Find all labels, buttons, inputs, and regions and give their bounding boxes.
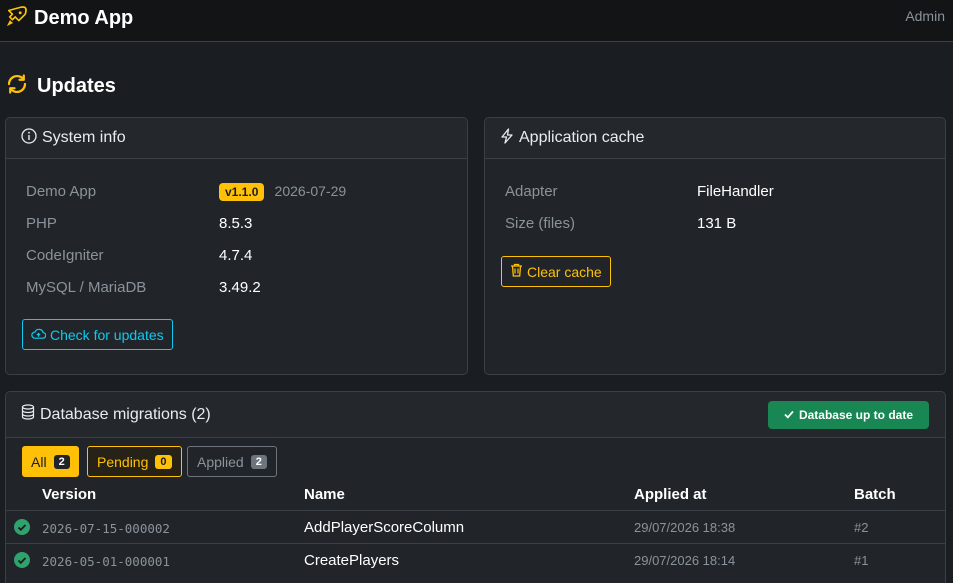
- column-header-batch: Batch: [854, 486, 896, 503]
- info-value-php: 8.5.3: [219, 215, 253, 232]
- migrations-card: Database migrations (2) Database up to d…: [5, 391, 946, 583]
- migration-name: AddPlayerScoreColumn: [304, 519, 465, 536]
- migration-applied-at: 29/07/2026 18:38: [634, 520, 736, 535]
- refresh-icon: [5, 72, 29, 100]
- info-label-codeigniter: CodeIgniter: [26, 247, 104, 264]
- clear-cache-label: Clear cache: [527, 263, 602, 280]
- column-header-name: Name: [304, 486, 345, 503]
- trash-icon: [510, 263, 523, 280]
- version-badge: v1.1.0: [219, 183, 265, 201]
- cache-label-size: Size (files): [505, 215, 576, 232]
- info-label-mysql: MySQL / MariaDB: [26, 279, 147, 296]
- page-title-text: Updates: [37, 74, 116, 97]
- database-icon: [21, 404, 35, 425]
- info-value-app: v1.1.0 2026-07-29: [219, 183, 347, 201]
- clear-cache-button[interactable]: Clear cache: [501, 256, 611, 287]
- migrations-title: Database migrations (2): [40, 405, 211, 423]
- navbar: Demo App Admin: [0, 0, 953, 42]
- check-updates-label: Check for updates: [50, 326, 164, 343]
- system-info-title: System info: [42, 129, 126, 146]
- system-info-header: System info: [6, 118, 467, 159]
- tab-all-count: 2: [53, 454, 70, 469]
- column-header-version: Version: [42, 486, 97, 503]
- tab-applied-count: 2: [250, 454, 267, 469]
- tab-all-label: All: [31, 453, 47, 470]
- lightning-icon: [500, 127, 514, 149]
- cache-label-adapter: Adapter: [505, 183, 558, 200]
- tab-pending-count: 0: [155, 454, 172, 469]
- info-value-mysql: 3.49.2: [219, 279, 261, 296]
- table-row[interactable]: 2026-05-01-000001 CreatePlayers 29/07/20…: [6, 543, 945, 576]
- release-date: 2026-07-29: [274, 183, 347, 199]
- table-row[interactable]: 2026-07-15-000002 AddPlayerScoreColumn 2…: [6, 510, 945, 543]
- cache-value-adapter: FileHandler: [697, 183, 774, 200]
- brand[interactable]: Demo App: [6, 5, 133, 31]
- migration-applied-at: 29/07/2026 18:14: [634, 553, 736, 568]
- user-menu[interactable]: Admin: [905, 8, 945, 24]
- migration-name: CreatePlayers: [304, 552, 400, 569]
- db-status-button[interactable]: Database up to date: [767, 401, 929, 429]
- migration-batch: #1: [854, 553, 869, 568]
- info-label-php: PHP: [26, 215, 57, 232]
- tab-pending-label: Pending: [97, 453, 149, 470]
- tab-all[interactable]: All 2: [22, 446, 79, 477]
- check-icon: [784, 408, 794, 422]
- cache-header: Application cache: [485, 118, 945, 159]
- tab-applied-label: Applied: [197, 453, 244, 470]
- cache-value-size: 131 B: [697, 215, 737, 232]
- column-header-applied-at: Applied at: [634, 486, 707, 503]
- rocket-icon: [6, 5, 28, 31]
- cloud-check-icon: [31, 327, 47, 343]
- system-info-card: System info Demo App v1.1.0 2026-07-29 P…: [5, 117, 468, 375]
- info-circle-icon: [21, 127, 37, 149]
- db-status-label: Database up to date: [798, 408, 913, 422]
- info-value-codeigniter: 4.7.4: [219, 247, 253, 264]
- cache-card: Application cache Adapter FileHandler Si…: [484, 117, 946, 375]
- tab-applied[interactable]: Applied 2: [187, 446, 277, 477]
- migration-version: 2026-07-15-000002: [42, 521, 170, 536]
- cache-title: Application cache: [519, 129, 645, 146]
- check-circle-icon: [14, 552, 30, 568]
- check-updates-button[interactable]: Check for updates: [22, 319, 173, 350]
- check-circle-icon: [14, 519, 30, 535]
- info-label-app: Demo App: [26, 183, 97, 200]
- migrations-header: Database migrations (2) Database up to d…: [6, 392, 945, 438]
- tab-pending[interactable]: Pending 0: [87, 446, 182, 477]
- migration-batch: #2: [854, 520, 869, 535]
- app-title: Demo App: [34, 6, 134, 29]
- page-title: Updates: [5, 72, 116, 100]
- migration-version: 2026-05-01-000001: [42, 554, 170, 569]
